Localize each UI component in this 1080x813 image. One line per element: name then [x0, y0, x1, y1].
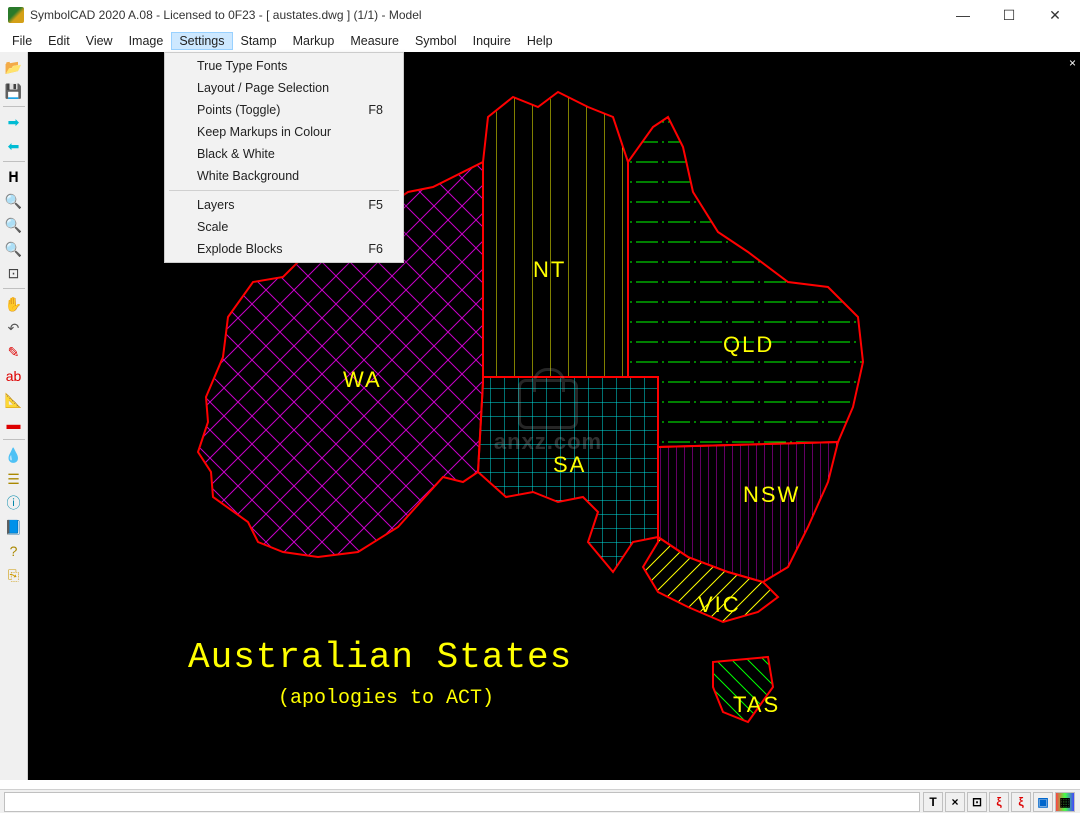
zoom-fit-icon[interactable]: ⊡ [3, 262, 25, 284]
text-tool-icon[interactable]: 𝐇 [3, 166, 25, 188]
menu-view[interactable]: View [78, 32, 121, 50]
save-icon[interactable]: 💾 [3, 80, 25, 102]
menu-bar: FileEditViewImageSettingsStampMarkupMeas… [0, 30, 1080, 52]
map-caption: Australian States [188, 637, 572, 678]
status-bar: T×⊡ξξ▣▦ [0, 789, 1080, 813]
state-label-vic: VIC [698, 592, 741, 618]
text-ab-icon[interactable]: ab [3, 365, 25, 387]
status-button-0[interactable]: T [923, 792, 943, 812]
menu-symbol[interactable]: Symbol [407, 32, 465, 50]
book-icon[interactable]: 📘 [3, 516, 25, 538]
menuitem-white-background[interactable]: White Background [167, 165, 401, 187]
undo-icon[interactable]: ↶ [3, 317, 25, 339]
menuitem-true-type-fonts[interactable]: True Type Fonts [167, 55, 401, 77]
menu-inquire[interactable]: Inquire [465, 32, 519, 50]
maximize-button[interactable]: ☐ [986, 0, 1032, 30]
zoom-in-icon[interactable]: 🔍 [3, 214, 25, 236]
menuitem-black-white[interactable]: Black & White [167, 143, 401, 165]
status-button-5[interactable]: ▣ [1033, 792, 1053, 812]
state-label-wa: WA [343, 367, 382, 393]
state-nt [483, 92, 628, 377]
toolbar-separator [3, 288, 25, 289]
arrow-right-icon[interactable]: ➡ [3, 111, 25, 133]
toolbar-separator [3, 439, 25, 440]
close-button[interactable]: ✕ [1032, 0, 1078, 30]
menu-separator [169, 190, 399, 191]
window-title: SymbolCAD 2020 A.08 - Licensed to 0F23 -… [30, 8, 940, 22]
menuitem-layout-page-selection[interactable]: Layout / Page Selection [167, 77, 401, 99]
state-label-qld: QLD [723, 332, 774, 358]
menuitem-explode-blocks[interactable]: Explode BlocksF6 [167, 238, 401, 260]
state-qld [628, 117, 863, 447]
zoom-out-icon[interactable]: 🔍 [3, 238, 25, 260]
red-bar-icon[interactable]: ▬ [3, 413, 25, 435]
menu-help[interactable]: Help [519, 32, 561, 50]
status-button-3[interactable]: ξ [989, 792, 1009, 812]
shortcut-label: F5 [368, 198, 383, 212]
menuitem-scale[interactable]: Scale [167, 216, 401, 238]
drop-icon[interactable]: 💧 [3, 444, 25, 466]
menu-stamp[interactable]: Stamp [233, 32, 285, 50]
menuitem-layers[interactable]: LayersF5 [167, 194, 401, 216]
exit-icon[interactable]: ⎘ [3, 564, 25, 586]
status-button-4[interactable]: ξ [1011, 792, 1031, 812]
layers-icon[interactable]: ☰ [3, 468, 25, 490]
menu-file[interactable]: File [4, 32, 40, 50]
shortcut-label: F8 [368, 103, 383, 117]
pan-icon[interactable]: ✋ [3, 293, 25, 315]
menu-image[interactable]: Image [121, 32, 172, 50]
map-subcaption: (apologies to ACT) [278, 687, 494, 710]
measure-icon[interactable]: 📐 [3, 389, 25, 411]
toolbar-separator [3, 161, 25, 162]
shortcut-label: F6 [368, 242, 383, 256]
info-icon[interactable]: ⓘ [3, 492, 25, 514]
state-label-tas: TAS [733, 692, 780, 718]
status-button-1[interactable]: × [945, 792, 965, 812]
pencil-icon[interactable]: ✎ [3, 341, 25, 363]
zoom-icon[interactable]: 🔍 [3, 190, 25, 212]
settings-dropdown: True Type FontsLayout / Page SelectionPo… [164, 52, 404, 263]
arrow-left-icon[interactable]: ⬅ [3, 135, 25, 157]
watermark: anxz.com [448, 372, 648, 462]
status-button-6[interactable]: ▦ [1055, 792, 1075, 812]
menu-edit[interactable]: Edit [40, 32, 78, 50]
state-label-sa: SA [553, 452, 586, 478]
left-toolbar: 📂💾➡⬅𝐇🔍🔍🔍⊡✋↶✎ab📐▬💧☰ⓘ📘?⎘ [0, 52, 28, 780]
app-icon [8, 7, 24, 23]
state-label-nt: NT [533, 257, 566, 283]
menu-markup[interactable]: Markup [285, 32, 343, 50]
help-icon[interactable]: ? [3, 540, 25, 562]
title-bar: SymbolCAD 2020 A.08 - Licensed to 0F23 -… [0, 0, 1080, 30]
menu-measure[interactable]: Measure [342, 32, 407, 50]
open-icon[interactable]: 📂 [3, 56, 25, 78]
menu-settings[interactable]: Settings [171, 32, 232, 50]
minimize-button[interactable]: — [940, 0, 986, 30]
menuitem-points-toggle-[interactable]: Points (Toggle)F8 [167, 99, 401, 121]
status-button-2[interactable]: ⊡ [967, 792, 987, 812]
menuitem-keep-markups-in-colour[interactable]: Keep Markups in Colour [167, 121, 401, 143]
toolbar-separator [3, 106, 25, 107]
state-label-nsw: NSW [743, 482, 800, 508]
status-text-field [4, 792, 920, 812]
